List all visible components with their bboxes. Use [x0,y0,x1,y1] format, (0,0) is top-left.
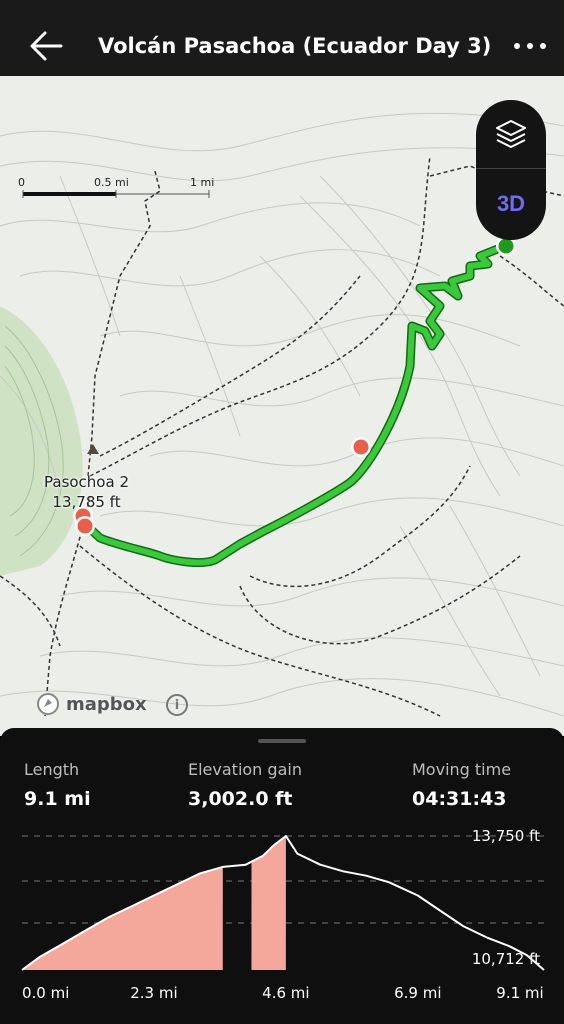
page-title: Volcán Pasachoa (Ecuador Day 3) [98,34,492,58]
stat-length: Length 9.1 mi [24,760,91,812]
y-tick-label-min: 10,712 ft [472,950,540,968]
elevation-chart[interactable]: 13,750 ft 10,712 ft 0.0 mi 2.3 mi 4.6 mi 6.9 … [0,818,564,1024]
scale-bar: 0 0.5 mi 1 mi [18,176,218,206]
mapbox-attribution[interactable]: mapbox [36,692,147,716]
stat-elevation-gain: Elevation gain 3,002.0 ft [188,760,302,812]
peak-elevation: 13,785 ft [52,493,121,511]
stat-length-label: Length [24,760,80,779]
layers-icon [496,120,526,148]
more-options-button[interactable] [508,30,552,62]
stat-elevation-gain-label: Elevation gain [188,760,302,779]
layers-button[interactable] [476,100,546,169]
more-horizontal-icon [514,43,546,49]
x-tick-label: 2.3 mi [130,984,177,1002]
map-controls: 3D [476,100,546,240]
stat-length-value: 9.1 mi [24,788,91,810]
back-button[interactable] [26,28,66,64]
activity-details-sheet: Length 9.1 mi Elevation gain 3,002.0 ft … [0,728,564,1024]
stat-elevation-gain-value: 3,002.0 ft [188,788,293,810]
drag-handle[interactable] [258,739,306,743]
elevation-area-highlight-0 [22,866,223,970]
stat-moving-time: Moving time 04:31:43 [412,760,511,812]
x-tick-label: 0.0 mi [22,984,69,1002]
map-view[interactable]: 0 0.5 mi 1 mi Pasochoa 2 13,785 ft 3D [0,76,564,736]
peak-name: Pasochoa 2 [44,473,129,491]
scale-label-0: 0 [18,176,25,189]
elevation-area-highlight-1 [251,836,286,970]
y-tick-label-max: 13,750 ft [472,827,540,845]
stat-moving-time-value: 04:31:43 [412,788,507,810]
scale-label-half-mile: 0.5 mi [94,176,129,189]
mapbox-wordmark: mapbox [66,693,147,715]
info-icon[interactable]: i [166,694,188,716]
mapbox-logo-icon [37,693,59,715]
arrow-left-icon [30,31,63,61]
x-tick-label: 9.1 mi [496,984,543,1002]
scale-bar-graphic [22,190,210,198]
stat-moving-time-label: Moving time [412,760,512,779]
x-tick-label: 6.9 mi [394,984,441,1002]
3d-toggle-button[interactable]: 3D [476,172,546,236]
peak-label: Pasochoa 2 13,785 ft [44,472,129,512]
x-tick-label: 4.6 mi [262,984,309,1002]
scale-label-one-mile: 1 mi [190,176,215,189]
